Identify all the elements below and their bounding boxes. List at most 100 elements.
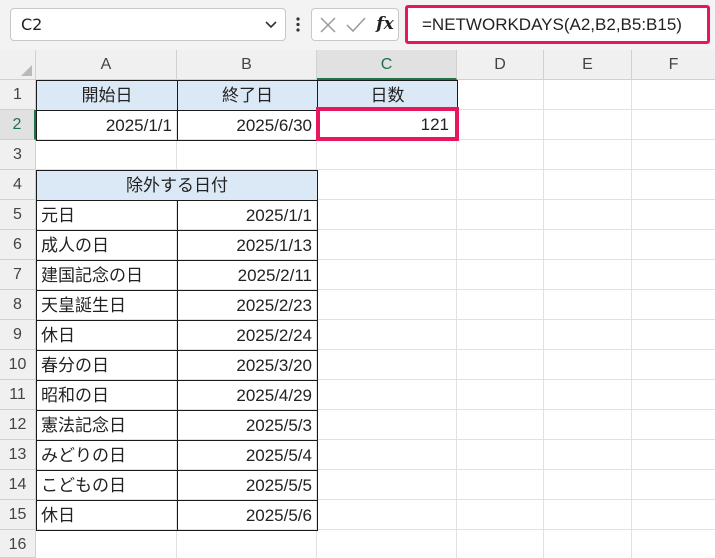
cancel-icon[interactable] xyxy=(317,9,339,40)
row-1-label: 1 xyxy=(13,86,22,103)
holiday-name: 成人の日 xyxy=(41,236,109,256)
holiday-name-cell[interactable]: 休日 xyxy=(36,320,178,351)
holiday-date-cell[interactable]: 2025/4/29 xyxy=(177,380,318,411)
holiday-name: 昭和の日 xyxy=(41,386,109,406)
start-date-header: 開始日 xyxy=(81,86,133,106)
column-header-d[interactable]: D xyxy=(457,50,544,80)
holiday-date: 2025/2/24 xyxy=(236,326,312,345)
start-date-value: 2025/1/1 xyxy=(105,116,172,135)
row-header-14[interactable]: 14 xyxy=(0,470,36,500)
cell-b2[interactable]: 2025/6/30 xyxy=(177,110,318,141)
column-e-label: E xyxy=(582,56,593,73)
row-header-3[interactable]: 3 xyxy=(0,140,36,170)
holiday-name: 元日 xyxy=(41,206,75,226)
column-header-b[interactable]: B xyxy=(177,50,317,80)
holiday-name-cell[interactable]: こどもの日 xyxy=(36,470,178,501)
formula-text: =NETWORKDAYS(A2,B2,B5:B15) xyxy=(422,15,682,34)
row-header-6[interactable]: 6 xyxy=(0,230,36,260)
end-date-value: 2025/6/30 xyxy=(236,116,312,135)
holiday-date: 2025/1/1 xyxy=(245,206,312,225)
holiday-date: 2025/5/3 xyxy=(245,416,312,435)
holiday-name-cell[interactable]: 休日 xyxy=(36,500,178,531)
holiday-date: 2025/1/13 xyxy=(236,236,312,255)
chevron-down-icon[interactable] xyxy=(263,9,279,40)
holiday-name: 天皇誕生日 xyxy=(41,296,126,316)
row-2-label: 2 xyxy=(12,116,22,133)
holiday-name-cell[interactable]: 春分の日 xyxy=(36,350,178,381)
holiday-date: 2025/4/29 xyxy=(236,386,312,405)
holiday-date: 2025/3/20 xyxy=(236,356,312,375)
column-header-f[interactable]: F xyxy=(632,50,715,80)
row-header-12[interactable]: 12 xyxy=(0,410,36,440)
holiday-name: こどもの日 xyxy=(41,476,126,496)
column-header-a[interactable]: A xyxy=(36,50,177,80)
holiday-date-cell[interactable]: 2025/3/20 xyxy=(177,350,318,381)
gridline-v xyxy=(456,80,457,558)
active-cell-highlight xyxy=(316,107,459,141)
holiday-name: 憲法記念日 xyxy=(41,416,126,436)
holiday-date-cell[interactable]: 2025/2/23 xyxy=(177,290,318,321)
row-4-label: 4 xyxy=(13,176,22,193)
name-box-value: C2 xyxy=(21,15,43,34)
holiday-name-cell[interactable]: 成人の日 xyxy=(36,230,178,261)
row-header-16[interactable]: 16 xyxy=(0,530,36,558)
cell-a2[interactable]: 2025/1/1 xyxy=(36,110,178,141)
holiday-name-cell[interactable]: 元日 xyxy=(36,200,178,231)
gridline-v xyxy=(631,80,632,558)
row-header-13[interactable]: 13 xyxy=(0,440,36,470)
holiday-name-cell[interactable]: 憲法記念日 xyxy=(36,410,178,441)
row-10-label: 10 xyxy=(8,356,27,373)
holiday-name: 建国記念の日 xyxy=(41,266,143,286)
row-14-label: 14 xyxy=(8,476,27,493)
select-all-corner[interactable] xyxy=(0,50,36,80)
holiday-date-cell[interactable]: 2025/5/6 xyxy=(177,500,318,531)
cell-a1[interactable]: 開始日 xyxy=(36,80,178,111)
holiday-date-cell[interactable]: 2025/5/5 xyxy=(177,470,318,501)
row-header-11[interactable]: 11 xyxy=(0,380,36,410)
column-f-label: F xyxy=(668,56,679,73)
column-b-label: B xyxy=(241,56,252,73)
holiday-date: 2025/2/11 xyxy=(237,266,312,285)
excluded-dates-title: 除外する日付 xyxy=(126,176,228,196)
check-icon[interactable] xyxy=(344,9,368,40)
name-box[interactable]: C2 xyxy=(10,8,286,41)
holiday-name-cell[interactable]: 昭和の日 xyxy=(36,380,178,411)
column-header-e[interactable]: E xyxy=(544,50,632,80)
formula-input[interactable]: =NETWORKDAYS(A2,B2,B5:B15) xyxy=(405,5,710,44)
row-3-label: 3 xyxy=(13,146,22,163)
holiday-date-cell[interactable]: 2025/1/1 xyxy=(177,200,318,231)
row-header-10[interactable]: 10 xyxy=(0,350,36,380)
row-6-label: 6 xyxy=(13,236,22,253)
holiday-name: 春分の日 xyxy=(41,356,109,376)
row-header-5[interactable]: 5 xyxy=(0,200,36,230)
holiday-date-cell[interactable]: 2025/2/11 xyxy=(177,260,318,291)
row-header-2[interactable]: 2 xyxy=(0,110,36,140)
row-16-label: 16 xyxy=(8,536,27,553)
row-11-label: 11 xyxy=(9,386,26,403)
row-header-7[interactable]: 7 xyxy=(0,260,36,290)
row-9-label: 9 xyxy=(13,326,22,343)
days-header: 日数 xyxy=(370,86,405,106)
row-header-15[interactable]: 15 xyxy=(0,500,36,530)
cell-b1[interactable]: 終了日 xyxy=(177,80,318,111)
row-7-label: 7 xyxy=(13,266,22,283)
column-header-c[interactable]: C xyxy=(317,50,457,80)
holiday-name-cell[interactable]: みどりの日 xyxy=(36,440,178,471)
insert-function-button[interactable]: fx xyxy=(374,9,396,40)
row-header-1[interactable]: 1 xyxy=(0,80,36,110)
row-header-8[interactable]: 8 xyxy=(0,290,36,320)
holiday-name-cell[interactable]: 建国記念の日 xyxy=(36,260,178,291)
column-c-label: C xyxy=(380,56,393,73)
holiday-date-cell[interactable]: 2025/2/24 xyxy=(177,320,318,351)
row-header-9[interactable]: 9 xyxy=(0,320,36,350)
end-date-header: 終了日 xyxy=(222,86,273,106)
more-options-icon[interactable] xyxy=(292,8,304,41)
holiday-date-cell[interactable]: 2025/5/3 xyxy=(177,410,318,441)
row-header-4[interactable]: 4 xyxy=(0,170,36,200)
cell-a4-b4-merged[interactable]: 除外する日付 xyxy=(36,170,318,201)
column-d-label: D xyxy=(494,56,506,73)
holiday-date-cell[interactable]: 2025/5/4 xyxy=(177,440,318,471)
holiday-date-cell[interactable]: 2025/1/13 xyxy=(177,230,318,261)
holiday-name-cell[interactable]: 天皇誕生日 xyxy=(36,290,178,321)
holiday-name: 休日 xyxy=(41,506,75,526)
